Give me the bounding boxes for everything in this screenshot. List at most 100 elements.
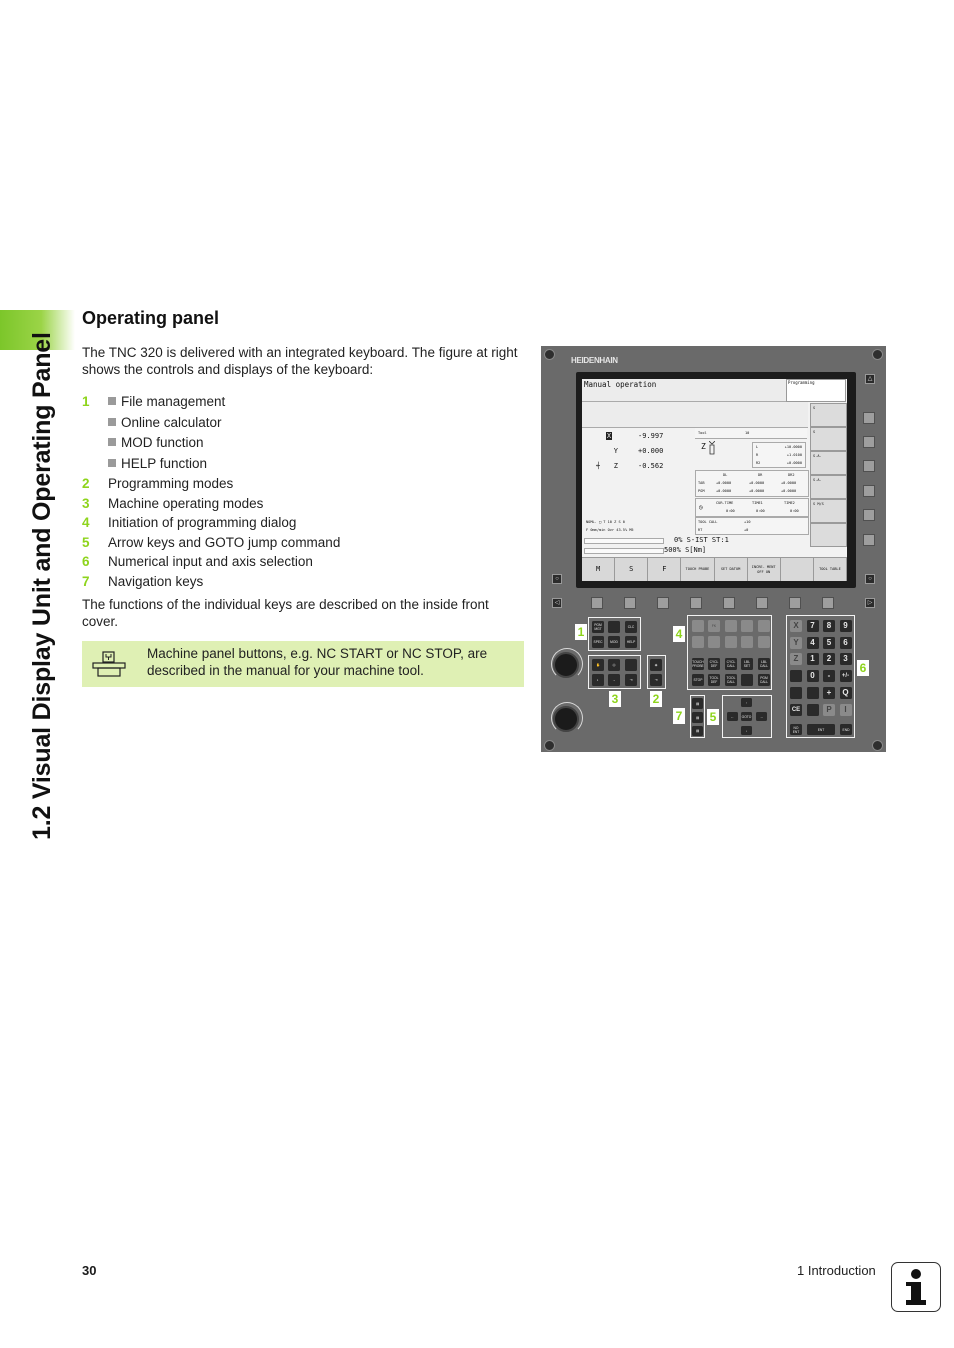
numpad-key[interactable]: 1 xyxy=(806,653,819,666)
horizontal-softkey-button[interactable] xyxy=(624,597,636,609)
end-key[interactable]: END xyxy=(840,724,852,735)
tool-call-key[interactable]: TOOL CALL xyxy=(725,674,737,686)
numpad-key[interactable]: 5 xyxy=(823,636,835,649)
numpad-key[interactable] xyxy=(806,686,819,699)
blank-key[interactable] xyxy=(741,674,753,686)
full-sequence-key[interactable]: ⇥ xyxy=(625,674,637,686)
softkey-empty[interactable] xyxy=(780,557,814,581)
horizontal-softkey-button[interactable] xyxy=(789,597,801,609)
polar-key[interactable] xyxy=(758,636,770,648)
numpad-key[interactable] xyxy=(806,703,819,716)
nav-key[interactable]: ▤ xyxy=(692,712,703,723)
spec-fct-key[interactable]: SPEC xyxy=(592,636,604,648)
help-key[interactable]: HELP xyxy=(625,636,637,648)
touch-probe-key[interactable]: TOUCH PROBE xyxy=(692,658,704,670)
numpad-key[interactable]: CE xyxy=(790,703,802,716)
nav-key[interactable]: ▤ xyxy=(692,698,703,709)
blank-key[interactable] xyxy=(625,659,637,671)
circle-key[interactable] xyxy=(708,636,720,648)
vertical-softkey[interactable]: S M/S xyxy=(810,499,847,523)
cycl-call-key[interactable]: CYCL CALL xyxy=(725,658,737,670)
vertical-softkey-button[interactable] xyxy=(863,509,875,521)
softkey-f[interactable]: F xyxy=(648,557,682,581)
feed-override-knob[interactable] xyxy=(553,652,579,678)
numpad-key[interactable]: 0 xyxy=(806,670,819,683)
horizontal-softkey-button[interactable] xyxy=(690,597,702,609)
vertical-softkey[interactable]: S xyxy=(810,403,847,427)
line-key[interactable] xyxy=(758,620,770,632)
numpad-key[interactable]: 8 xyxy=(823,620,835,632)
mdi-key[interactable]: ◐ xyxy=(592,674,604,686)
ent-key[interactable]: ENT xyxy=(807,724,835,735)
fk-key[interactable]: FK xyxy=(708,620,720,632)
handwheel-key[interactable]: ◎ xyxy=(608,659,620,671)
numpad-key[interactable]: Z xyxy=(790,653,802,666)
screen-layout-icon[interactable]: ○ xyxy=(865,574,875,584)
vertical-softkey[interactable]: S.A. xyxy=(810,451,847,475)
horizontal-softkey-button[interactable] xyxy=(822,597,834,609)
goto-key[interactable]: GOTO xyxy=(741,712,752,721)
circle-tangent-key[interactable] xyxy=(741,636,753,648)
horizontal-softkey-button[interactable] xyxy=(723,597,735,609)
vertical-softkey-button[interactable] xyxy=(863,412,875,424)
numpad-key[interactable] xyxy=(790,686,802,699)
stop-key[interactable]: STOP xyxy=(692,674,704,686)
softkey-s[interactable]: S xyxy=(615,557,649,581)
numpad-key[interactable]: - xyxy=(823,670,835,683)
arrow-up-key[interactable]: ↑ xyxy=(741,698,752,707)
single-block-key[interactable]: → xyxy=(608,674,620,686)
numpad-key[interactable]: 6 xyxy=(839,636,852,649)
screen-switch-up-icon[interactable]: △ xyxy=(865,374,875,384)
approach-depart-key[interactable] xyxy=(692,620,704,632)
numpad-key[interactable] xyxy=(790,670,802,683)
arrow-right-key[interactable]: → xyxy=(756,712,767,721)
vertical-softkey-button[interactable] xyxy=(863,460,875,472)
numpad-key[interactable]: P xyxy=(823,703,835,716)
arrow-down-key[interactable]: ↓ xyxy=(741,726,752,735)
no-ent-key[interactable]: NO ENT xyxy=(790,724,802,735)
vertical-softkey-button[interactable] xyxy=(863,534,875,546)
circle-center-key[interactable] xyxy=(692,636,704,648)
vertical-softkey[interactable] xyxy=(810,523,847,547)
vertical-softkey-button[interactable] xyxy=(863,436,875,448)
pgm-call-key[interactable]: PGM CALL xyxy=(758,674,770,686)
numpad-key[interactable]: X xyxy=(790,620,802,632)
tool-def-key[interactable]: TOOL DEF xyxy=(708,674,720,686)
lbl-set-key[interactable]: LBL SET xyxy=(741,658,753,670)
numpad-key[interactable]: +/- xyxy=(839,670,852,683)
spindle-override-knob[interactable] xyxy=(553,706,579,732)
chamfer-key[interactable] xyxy=(725,620,737,632)
softkey-prev-icon[interactable]: ◁ xyxy=(552,598,562,608)
vertical-softkey[interactable]: S xyxy=(810,427,847,451)
softkey-next-icon[interactable]: ▷ xyxy=(865,598,875,608)
numpad-key[interactable]: Y xyxy=(790,636,802,649)
screen-layout-icon[interactable]: ○ xyxy=(552,574,562,584)
blank-key[interactable] xyxy=(608,621,620,633)
numpad-key[interactable]: 2 xyxy=(823,653,835,666)
numpad-key[interactable]: 9 xyxy=(839,620,852,632)
mod-key[interactable]: MOD xyxy=(608,636,620,648)
test-run-key[interactable]: ⇥ xyxy=(650,674,662,686)
circle-radius-key[interactable] xyxy=(725,636,737,648)
softkey-set-datum[interactable]: SET DATUM xyxy=(714,557,748,581)
horizontal-softkey-button[interactable] xyxy=(756,597,768,609)
round-key[interactable] xyxy=(741,620,753,632)
vertical-softkey[interactable]: S.A. xyxy=(810,475,847,499)
softkey-m[interactable]: M xyxy=(582,557,616,581)
horizontal-softkey-button[interactable] xyxy=(591,597,603,609)
numpad-key[interactable]: Q xyxy=(839,686,852,699)
manual-operation-key[interactable]: ✋ xyxy=(592,659,604,671)
pgm-mgt-key[interactable]: PGM MGT xyxy=(592,621,604,633)
numpad-key[interactable]: 7 xyxy=(806,620,819,632)
softkey-increment[interactable]: INCRE- MENT OFF ON xyxy=(747,557,781,581)
horizontal-softkey-button[interactable] xyxy=(657,597,669,609)
numpad-key[interactable]: 3 xyxy=(839,653,852,666)
numpad-key[interactable]: I xyxy=(839,703,852,716)
numpad-key[interactable]: + xyxy=(823,686,835,699)
softkey-touch-probe[interactable]: TOUCH PROBE xyxy=(681,557,715,581)
arrow-left-key[interactable]: ← xyxy=(727,712,738,721)
programming-key[interactable]: ◈ xyxy=(650,659,662,671)
calculator-key[interactable]: CLC xyxy=(625,621,637,633)
vertical-softkey-button[interactable] xyxy=(863,485,875,497)
numpad-key[interactable]: 4 xyxy=(806,636,819,649)
